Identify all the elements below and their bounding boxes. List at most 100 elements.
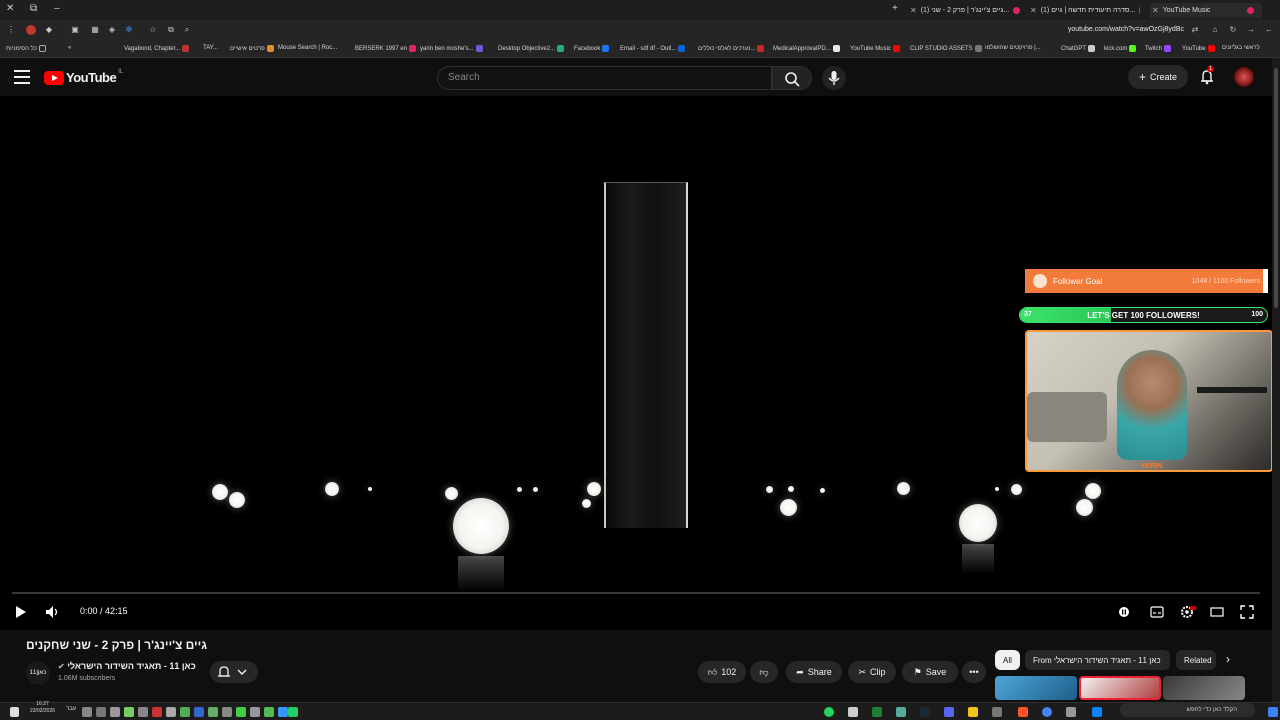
share-page-icon[interactable]: ⧉: [166, 25, 176, 35]
account-avatar[interactable]: [1234, 67, 1254, 87]
bookmark-item[interactable]: פרטים אישיים: [230, 45, 274, 52]
tray-icon[interactable]: [138, 707, 148, 717]
bookmark-item[interactable]: TAY...: [203, 45, 218, 51]
fullscreen-icon[interactable]: [1240, 605, 1254, 619]
bookmark-item[interactable]: CLIP STUDIO ASSETS: [910, 45, 982, 52]
chip-related[interactable]: Related: [1176, 650, 1216, 670]
bookmark-item[interactable]: kick.com: [1104, 45, 1137, 52]
bookmark-item[interactable]: YouTube Music: [850, 45, 900, 52]
chip-from-channel[interactable]: From כאן 11 - תאגיד השידור הישראלי: [1025, 650, 1170, 670]
discord-icon[interactable]: [944, 707, 954, 717]
more-actions-button[interactable]: •••: [962, 661, 986, 683]
notification-center-icon[interactable]: [10, 707, 19, 717]
tray-icon[interactable]: [250, 707, 260, 717]
subtitles-icon[interactable]: [1150, 606, 1164, 618]
tray-icon[interactable]: [208, 707, 218, 717]
theater-mode-icon[interactable]: [1210, 606, 1224, 618]
file-explorer-icon[interactable]: [968, 707, 978, 717]
search-box[interactable]: [437, 66, 772, 90]
channel-avatar[interactable]: כאן|11: [26, 661, 50, 685]
extension-icon[interactable]: ▦: [90, 25, 100, 35]
bookmark-item[interactable]: לראשי בגליונים: [1222, 45, 1260, 51]
voice-search-button[interactable]: [822, 66, 846, 90]
like-button[interactable]: 👍︎ 102: [698, 661, 746, 683]
whatsapp-app-icon[interactable]: [824, 707, 834, 717]
bookmark-item[interactable]: פרויקטים שהושלמו |...: [985, 45, 1041, 51]
whatsapp-tray-icon[interactable]: [288, 707, 298, 717]
back-icon[interactable]: ←: [1264, 25, 1274, 35]
address-url[interactable]: youtube.com/watch?v=awOzGj8ydBc: [1068, 26, 1184, 33]
recommended-thumbnail[interactable]: [1163, 676, 1245, 700]
extensions-puzzle-icon[interactable]: ▣: [70, 25, 80, 35]
clip-button[interactable]: ✂ Clip: [848, 661, 896, 683]
close-window-icon[interactable]: ✕: [6, 3, 14, 14]
tray-icon[interactable]: [222, 707, 232, 717]
app-icon[interactable]: [896, 707, 906, 717]
minimize-window-icon[interactable]: –: [54, 3, 60, 14]
taskbar-search[interactable]: הקלד כאן כדי לחפש: [1120, 703, 1255, 717]
chip-all[interactable]: All: [995, 650, 1020, 670]
bookmarks-overflow-icon[interactable]: «: [68, 45, 71, 51]
scrollbar-thumb[interactable]: [1274, 68, 1278, 308]
hamburger-menu-icon[interactable]: [14, 70, 30, 84]
search-button[interactable]: [772, 66, 812, 90]
bookmark-item[interactable]: BERSERK 1997 en: [355, 45, 417, 52]
all-bookmarks[interactable]: כל הסימניות: [6, 45, 46, 52]
tray-icon[interactable]: [180, 707, 190, 717]
taskbar-clock[interactable]: 16:27 23/02/2026: [30, 701, 55, 715]
tray-icon[interactable]: [82, 707, 92, 717]
share-button[interactable]: ➦ Share: [786, 661, 842, 683]
page-scrollbar[interactable]: [1272, 58, 1280, 702]
start-menu-icon[interactable]: [1268, 707, 1278, 717]
recommended-thumbnail[interactable]: [1079, 676, 1161, 700]
tab-youtube-music[interactable]: ✕ YouTube Music: [1150, 3, 1262, 18]
close-tab-icon[interactable]: ✕: [1030, 6, 1037, 15]
brave-icon[interactable]: [1018, 707, 1028, 717]
tray-icon[interactable]: [166, 707, 176, 717]
extension-icon[interactable]: ✻: [124, 25, 134, 35]
bookmark-item[interactable]: YouTube: [1182, 45, 1215, 52]
chevron-right-icon[interactable]: ›: [1226, 652, 1230, 666]
settings-gear-icon[interactable]: [1180, 605, 1196, 619]
bookmark-star-icon[interactable]: ☆: [148, 25, 158, 35]
progress-bar[interactable]: [12, 592, 1260, 594]
tray-icon[interactable]: [96, 707, 106, 717]
restore-window-icon[interactable]: ⧉: [30, 3, 37, 14]
extension-icon[interactable]: ◈: [107, 25, 117, 35]
extension-icon[interactable]: [26, 25, 36, 35]
video-player[interactable]: Follower Goal 1048 / 1100 Followers 37 L…: [0, 96, 1272, 630]
tray-icon[interactable]: [152, 707, 162, 717]
autoplay-toggle-icon[interactable]: [1118, 606, 1130, 618]
dislike-button[interactable]: 👎︎: [750, 661, 778, 683]
bookmark-item[interactable]: Vagabond, Chapter...: [124, 45, 190, 52]
chrome-icon[interactable]: [1042, 707, 1052, 717]
tray-icon[interactable]: [110, 707, 120, 717]
subscription-notification-button[interactable]: [210, 661, 258, 683]
reload-icon[interactable]: ↻: [1228, 25, 1238, 35]
recommended-thumbnail[interactable]: [995, 676, 1077, 700]
tray-icon[interactable]: [236, 707, 246, 717]
close-tab-icon[interactable]: ✕: [1152, 6, 1159, 15]
bookmark-item[interactable]: Email - sdf df - Outl...: [620, 45, 686, 52]
language-indicator[interactable]: עבר: [66, 706, 76, 712]
tray-icon[interactable]: [124, 707, 134, 717]
extension-icon[interactable]: ◆: [44, 25, 54, 35]
channel-name[interactable]: כאן 11 - תאגיד השידור הישראלי ✔: [58, 661, 196, 671]
bookmark-item[interactable]: Twitch: [1145, 45, 1172, 52]
app-icon[interactable]: [1066, 707, 1076, 717]
tray-icon[interactable]: [194, 707, 204, 717]
bookmark-item[interactable]: yarin ben moshe's...: [420, 45, 483, 52]
bookmark-item[interactable]: נערכים לאלפי כוללים...: [698, 45, 765, 52]
excel-icon[interactable]: [872, 707, 882, 717]
zoom-icon[interactable]: ⌕: [182, 25, 192, 35]
bookmark-item[interactable]: Facebook: [574, 45, 610, 52]
app-icon[interactable]: [992, 707, 1002, 717]
menu-dots-icon[interactable]: ⋮: [6, 25, 16, 35]
home-icon[interactable]: ⌂: [1210, 25, 1220, 35]
save-button[interactable]: ⚑ Save: [902, 661, 958, 683]
tab-game-changer[interactable]: ✕ (1) גיים צ'יינג'ר | פרק 2 - שני...: [910, 3, 1020, 18]
forward-icon[interactable]: →: [1246, 25, 1256, 35]
bookmark-item[interactable]: MedicalApprovalPD...: [773, 45, 840, 52]
bookmark-item[interactable]: Mouse Search | Roc...: [278, 45, 337, 51]
tray-icon[interactable]: [278, 707, 288, 717]
